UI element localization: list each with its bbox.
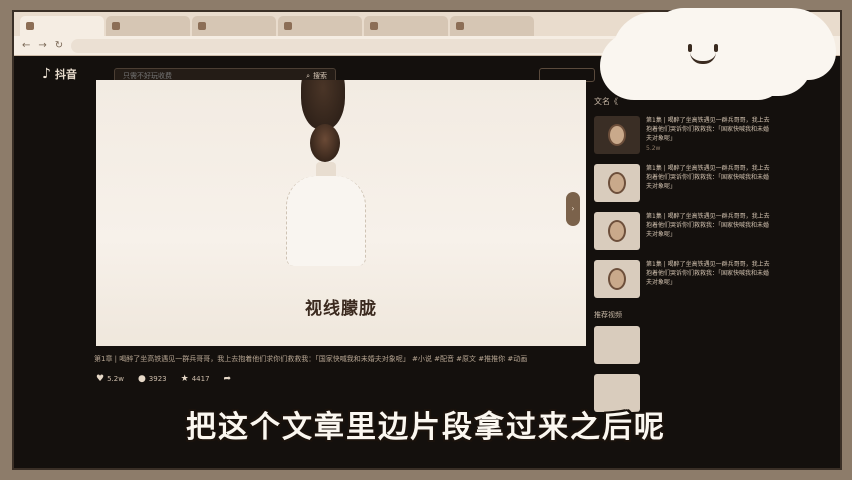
sidebar-item-title: 第1集 | 喝醉了坐高铁遇见一群兵哥哥，我上去抱着他们哭诉你们救救我：「国家快喊… bbox=[646, 117, 770, 142]
comment-count: 3923 bbox=[148, 375, 167, 383]
back-icon[interactable]: ← bbox=[22, 40, 30, 51]
sidebar-video-item[interactable]: 第1集 | 喝醉了坐高铁遇见一群兵哥哥，我上去抱着他们哭诉你们救救我：「国家快喊… bbox=[594, 212, 774, 252]
douyin-logo[interactable]: ♪ 抖音 bbox=[42, 66, 77, 82]
search-input[interactable] bbox=[115, 72, 299, 80]
star-button[interactable]: ★ 4417 bbox=[181, 374, 210, 384]
related-video-item[interactable] bbox=[594, 326, 774, 366]
related-videos-title: 推荐视频 bbox=[594, 311, 622, 319]
sidebar-video-item[interactable]: 第1集 | 喝醉了坐高铁遇见一群兵哥哥，我上去抱着他们哭诉你们救救我：「国家快喊… bbox=[594, 164, 774, 204]
video-caption: 第1章 | 喝醉了坐高铁遇见一群兵哥哥，我上去抱着他们求你们救救我：「国家快喊我… bbox=[94, 355, 528, 363]
sidebar-item-count: 5.2w bbox=[646, 145, 661, 152]
tab-favicon-icon bbox=[284, 22, 292, 30]
sidebar-title: 文名《 bbox=[594, 97, 618, 106]
video-thumbnail bbox=[594, 212, 640, 250]
like-button[interactable]: ♥ 5.2w bbox=[96, 374, 124, 384]
logo-text: 抖音 bbox=[54, 68, 77, 81]
video-person-body bbox=[286, 176, 366, 266]
star-count: 4417 bbox=[191, 375, 210, 383]
comment-button[interactable]: ● 3923 bbox=[138, 374, 167, 384]
video-subtitle: 视线朦胧 bbox=[305, 299, 377, 319]
thumbnail-person bbox=[608, 124, 626, 146]
sidebar-toggle-icon[interactable]: › bbox=[566, 192, 580, 226]
browser-tab[interactable] bbox=[192, 16, 276, 36]
tab-favicon-icon bbox=[112, 22, 120, 30]
sidebar-item-title: 第1集 | 喝醉了坐高铁遇见一群兵哥哥，我上去抱着他们哭诉你们救救我：「国家快喊… bbox=[646, 261, 770, 286]
video-thumbnail bbox=[594, 260, 640, 298]
sidebar-item-title: 第1集 | 喝醉了坐高铁遇见一群兵哥哥，我上去抱着他们哭诉你们救救我：「国家快喊… bbox=[646, 213, 770, 238]
browser-tab[interactable] bbox=[364, 16, 448, 36]
sticker-right-eye bbox=[714, 44, 718, 52]
video-person-head bbox=[301, 80, 345, 130]
video-person-hair-bun bbox=[310, 124, 340, 162]
video-thumbnail bbox=[594, 116, 640, 154]
thumbnail-person bbox=[608, 220, 626, 242]
thumbnail-person bbox=[608, 172, 626, 194]
douyin-note-icon: ♪ bbox=[42, 66, 51, 82]
tab-favicon-icon bbox=[456, 22, 464, 30]
share-button[interactable]: ➦ bbox=[224, 374, 232, 384]
browser-tab[interactable] bbox=[20, 16, 104, 36]
sidebar-item-title: 第1集 | 喝醉了坐高铁遇见一群兵哥哥，我上去抱着他们哭诉你们救救我：「国家快喊… bbox=[646, 165, 770, 190]
video-stats: ♥ 5.2w ● 3923 ★ 4417 ➦ bbox=[96, 374, 231, 384]
share-icon: ➦ bbox=[223, 374, 232, 384]
reload-icon[interactable]: ↻ bbox=[55, 40, 63, 51]
thumbnail-person bbox=[608, 268, 626, 290]
browser-tab[interactable] bbox=[450, 16, 534, 36]
overlay-subtitle: 把这个文章里边片段拿过来之后呢 bbox=[186, 410, 666, 445]
browser-tab[interactable] bbox=[278, 16, 362, 36]
tab-favicon-icon bbox=[370, 22, 378, 30]
sticker-left-eye bbox=[688, 44, 692, 52]
sidebar-video-item[interactable]: 第1集 | 喝醉了坐高铁遇见一群兵哥哥，我上去抱着他们哭诉你们救救我：「国家快喊… bbox=[594, 116, 774, 156]
comment-icon: ● bbox=[137, 374, 146, 384]
video-thumbnail bbox=[594, 164, 640, 202]
forward-icon[interactable]: → bbox=[38, 40, 46, 51]
browser-tab[interactable] bbox=[106, 16, 190, 36]
sidebar-video-item[interactable]: 第1集 | 喝醉了坐高铁遇见一群兵哥哥，我上去抱着他们哭诉你们救救我：「国家快喊… bbox=[594, 260, 774, 300]
tab-favicon-icon bbox=[198, 22, 206, 30]
like-count: 5.2w bbox=[107, 375, 124, 383]
video-thumbnail bbox=[594, 326, 640, 364]
star-icon: ★ bbox=[180, 374, 189, 384]
heart-icon: ♥ bbox=[96, 374, 105, 384]
tab-favicon-icon bbox=[26, 22, 34, 30]
video-player[interactable]: 视线朦胧 › bbox=[96, 80, 586, 346]
